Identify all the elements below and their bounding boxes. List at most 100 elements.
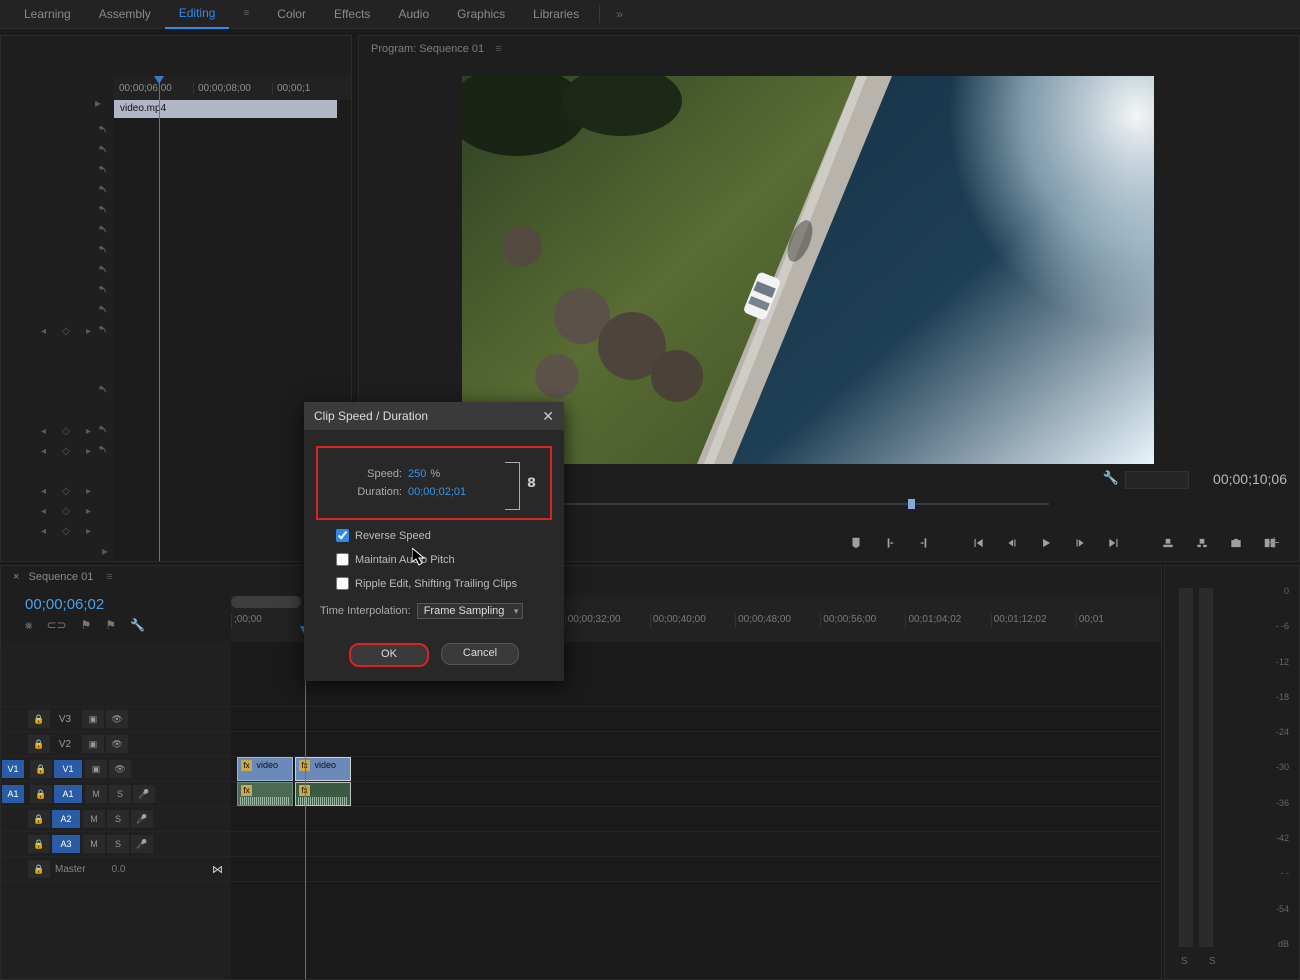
wrench-icon[interactable]: 🔧 [130, 618, 145, 633]
step-back-icon[interactable] [999, 531, 1025, 555]
panel-menu-icon[interactable]: ≡ [495, 43, 501, 55]
step-forward-icon[interactable] [1067, 531, 1093, 555]
track-target-a2[interactable]: A2 [52, 810, 80, 828]
track-lock-icon[interactable]: 🔒 [28, 860, 50, 878]
solo-button[interactable]: S [107, 835, 129, 853]
solo-button[interactable]: S [1209, 956, 1216, 967]
ripple-edit-input[interactable] [336, 577, 349, 590]
workspace-tab-color[interactable]: Color [263, 0, 320, 28]
maintain-pitch-input[interactable] [336, 553, 349, 566]
undo-icon[interactable] [95, 124, 108, 137]
undo-icon[interactable] [95, 244, 108, 257]
solo-button[interactable]: S [1181, 956, 1188, 967]
track-v1-lane[interactable]: fx video fx video [231, 757, 1161, 782]
track-header-v3[interactable]: 🔒 V3 ▣ 👁 [1, 707, 231, 732]
panel-menu-icon[interactable]: ≡ [106, 571, 112, 583]
track-header-a3[interactable]: 🔒 A3 M S 🎤 [1, 832, 231, 857]
timeline-clip-video-b[interactable]: fx video [295, 757, 351, 781]
marker-tool-icon[interactable]: ⚑ [81, 618, 92, 633]
track-target-a1[interactable]: A1 [54, 785, 82, 803]
track-header-master[interactable]: 🔒 Master 0.0 ⋈ [1, 857, 231, 882]
track-content-area[interactable]: fx video fx video fx fx [231, 642, 1161, 979]
mute-button[interactable]: M [83, 835, 105, 853]
timeline-clip-video-a[interactable]: fx video [237, 757, 293, 781]
program-timecode[interactable]: 00;00;10;06 [1213, 471, 1287, 487]
workspace-tab-learning[interactable]: Learning [10, 0, 85, 28]
track-lock-icon[interactable]: 🔒 [28, 835, 50, 853]
workspace-tab-libraries[interactable]: Libraries [519, 0, 593, 28]
dialog-title-bar[interactable]: Clip Speed / Duration ✕ [304, 402, 564, 430]
undo-icon[interactable] [95, 284, 108, 297]
keyframe-nav[interactable]: ◂◇▸ [41, 446, 91, 460]
timeline-cti[interactable]: 00;00;06;02 [25, 596, 104, 613]
track-lock-icon[interactable]: 🔒 [28, 735, 50, 753]
keyframe-nav[interactable]: ◂◇▸ [41, 426, 91, 440]
close-icon[interactable]: × [13, 571, 19, 583]
undo-icon[interactable] [95, 204, 108, 217]
reverse-speed-checkbox[interactable]: Reverse Speed [332, 526, 554, 545]
workspace-overflow-icon[interactable]: » [606, 7, 633, 21]
zoom-level-box[interactable] [1125, 471, 1189, 489]
source-clip[interactable]: video.mp4 [114, 100, 337, 118]
snap-icon[interactable]: ⨳ [25, 618, 32, 633]
keyframe-nav[interactable]: ◂◇▸ [41, 486, 91, 500]
wrench-icon[interactable]: 🔧 [1103, 470, 1119, 486]
close-icon[interactable]: ✕ [542, 402, 554, 430]
undo-icon[interactable] [95, 164, 108, 177]
ripple-edit-checkbox[interactable]: Ripple Edit, Shifting Trailing Clips [332, 574, 554, 593]
linked-selection-icon[interactable]: ⊂⊃ [46, 618, 66, 633]
undo-icon[interactable] [95, 184, 108, 197]
undo-icon[interactable] [95, 424, 108, 437]
track-target-a3[interactable]: A3 [52, 835, 80, 853]
program-panel-tab[interactable]: Program: Sequence 01 ≡ [359, 36, 1299, 62]
source-ruler[interactable]: 00;00;06;00 00;00;08;00 00;00;1 [114, 76, 351, 100]
source-patch-v1[interactable]: V1 [2, 760, 24, 778]
bowtie-icon[interactable]: ⋈ [212, 863, 223, 876]
mute-button[interactable]: M [83, 810, 105, 828]
extract-icon[interactable] [1189, 531, 1215, 555]
track-a1-lane[interactable]: fx fx [231, 782, 1161, 807]
add-marker-icon[interactable] [843, 531, 869, 555]
undo-icon[interactable] [95, 144, 108, 157]
mark-out-icon[interactable] [911, 531, 937, 555]
chevron-right-icon[interactable]: ▸ [102, 544, 108, 558]
undo-icon[interactable] [95, 444, 108, 457]
timeline-playhead[interactable] [305, 642, 306, 979]
voice-over-icon[interactable]: 🎤 [133, 785, 155, 803]
play-icon[interactable] [1033, 531, 1059, 555]
program-viewer[interactable] [462, 76, 1154, 464]
go-to-out-icon[interactable] [1101, 531, 1127, 555]
time-interpolation-select[interactable]: Frame Sampling ▾ [417, 603, 524, 619]
timeline-tab[interactable]: × Sequence 01 ≡ [1, 566, 1161, 588]
solo-button[interactable]: S [107, 810, 129, 828]
link-icon[interactable]: 𝟴 [527, 475, 536, 491]
track-header-v2[interactable]: 🔒 V2 ▣ 👁 [1, 732, 231, 757]
track-toggle-icon[interactable]: ▣ [82, 710, 104, 728]
timeline-zoom-bar[interactable] [231, 596, 301, 608]
track-lock-icon[interactable]: 🔒 [30, 785, 52, 803]
track-header-v1[interactable]: V1 🔒 V1 ▣ 👁 [1, 757, 231, 782]
undo-icon[interactable] [95, 384, 108, 397]
track-eye-icon[interactable]: 👁 [109, 760, 131, 778]
undo-icon[interactable] [95, 304, 108, 317]
cancel-button[interactable]: Cancel [441, 643, 519, 665]
track-lock-icon[interactable]: 🔒 [28, 710, 50, 728]
mark-in-icon[interactable] [877, 531, 903, 555]
master-value[interactable]: 0.0 [112, 864, 126, 875]
source-patch-a1[interactable]: A1 [2, 785, 24, 803]
keyframe-nav[interactable]: ◂◇▸ [41, 326, 91, 340]
keyframe-nav[interactable]: ◂◇▸ [41, 506, 91, 520]
undo-icon[interactable] [95, 264, 108, 277]
mute-button[interactable]: M [85, 785, 107, 803]
undo-icon[interactable] [95, 224, 108, 237]
voice-over-icon[interactable]: 🎤 [131, 810, 153, 828]
track-eye-icon[interactable]: 👁 [106, 735, 128, 753]
keyframe-nav[interactable]: ◂◇▸ [41, 526, 91, 540]
track-toggle-icon[interactable]: ▣ [85, 760, 107, 778]
solo-button[interactable]: S [109, 785, 131, 803]
workspace-tab-graphics[interactable]: Graphics [443, 0, 519, 28]
go-to-in-icon[interactable] [965, 531, 991, 555]
workspace-tab-assembly[interactable]: Assembly [85, 0, 165, 28]
button-editor-add-icon[interactable]: ＋ [1267, 533, 1281, 553]
workspace-tab-editing[interactable]: Editing [165, 0, 230, 29]
